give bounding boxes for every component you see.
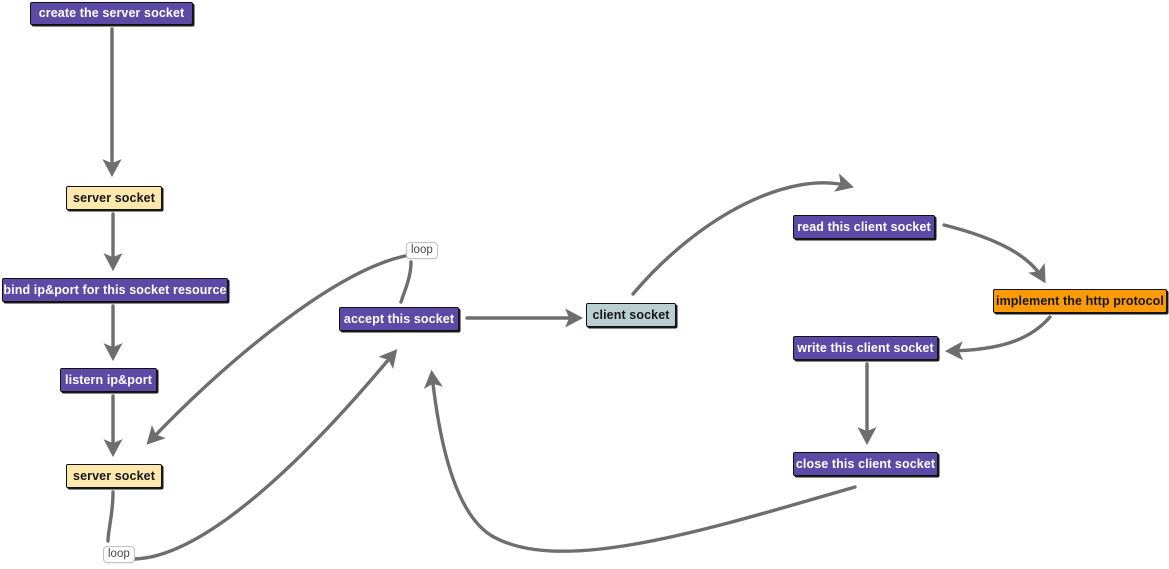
node-label: read this client socket <box>797 219 931 234</box>
node-read-this-client-socket[interactable]: read this client socket <box>793 215 935 239</box>
flowchart-canvas: create the server socket server socket b… <box>0 0 1169 569</box>
node-label: write this client socket <box>797 340 934 355</box>
node-label: close this client socket <box>795 456 936 471</box>
node-label: server socket <box>73 190 155 205</box>
node-write-this-client-socket[interactable]: write this client socket <box>793 336 938 360</box>
node-client-socket[interactable]: client socket <box>586 303 676 327</box>
node-listern-ip-port[interactable]: listern ip&port <box>60 368 157 392</box>
edge-stub-loop-to-accept <box>399 260 413 304</box>
edge-server-socket-loop-to-accept <box>133 349 398 561</box>
node-label: bind ip&port for this socket resource <box>3 282 227 297</box>
node-label: server socket <box>73 468 155 483</box>
edge-label-loop-server-socket: loop <box>103 546 135 564</box>
node-server-socket-2[interactable]: server socket <box>66 464 162 488</box>
node-label: listern ip&port <box>65 372 152 387</box>
node-server-socket-1[interactable]: server socket <box>66 186 162 210</box>
node-implement-the-http-protocol[interactable]: implement the http protocol <box>993 289 1167 313</box>
edge-close-to-accept <box>423 369 857 553</box>
node-accept-this-socket[interactable]: accept this socket <box>339 307 459 331</box>
node-label: accept this socket <box>343 311 455 326</box>
edge-stub-server-socket-to-loop <box>106 490 115 543</box>
edge-label-text: loop <box>108 548 130 560</box>
edge-http-to-write <box>944 315 1052 361</box>
node-create-the-server-socket[interactable]: create the server socket <box>30 2 193 25</box>
node-close-this-client-socket[interactable]: close this client socket <box>793 452 938 476</box>
node-label: create the server socket <box>38 6 185 21</box>
node-label: implement the http protocol <box>996 293 1164 308</box>
node-label: client socket <box>592 307 670 322</box>
node-bind-ip-port[interactable]: bind ip&port for this socket resource <box>2 278 228 302</box>
edge-read-to-http <box>942 223 1046 284</box>
edge-label-text: loop <box>411 244 433 256</box>
edge-label-loop-accept: loop <box>406 242 438 260</box>
